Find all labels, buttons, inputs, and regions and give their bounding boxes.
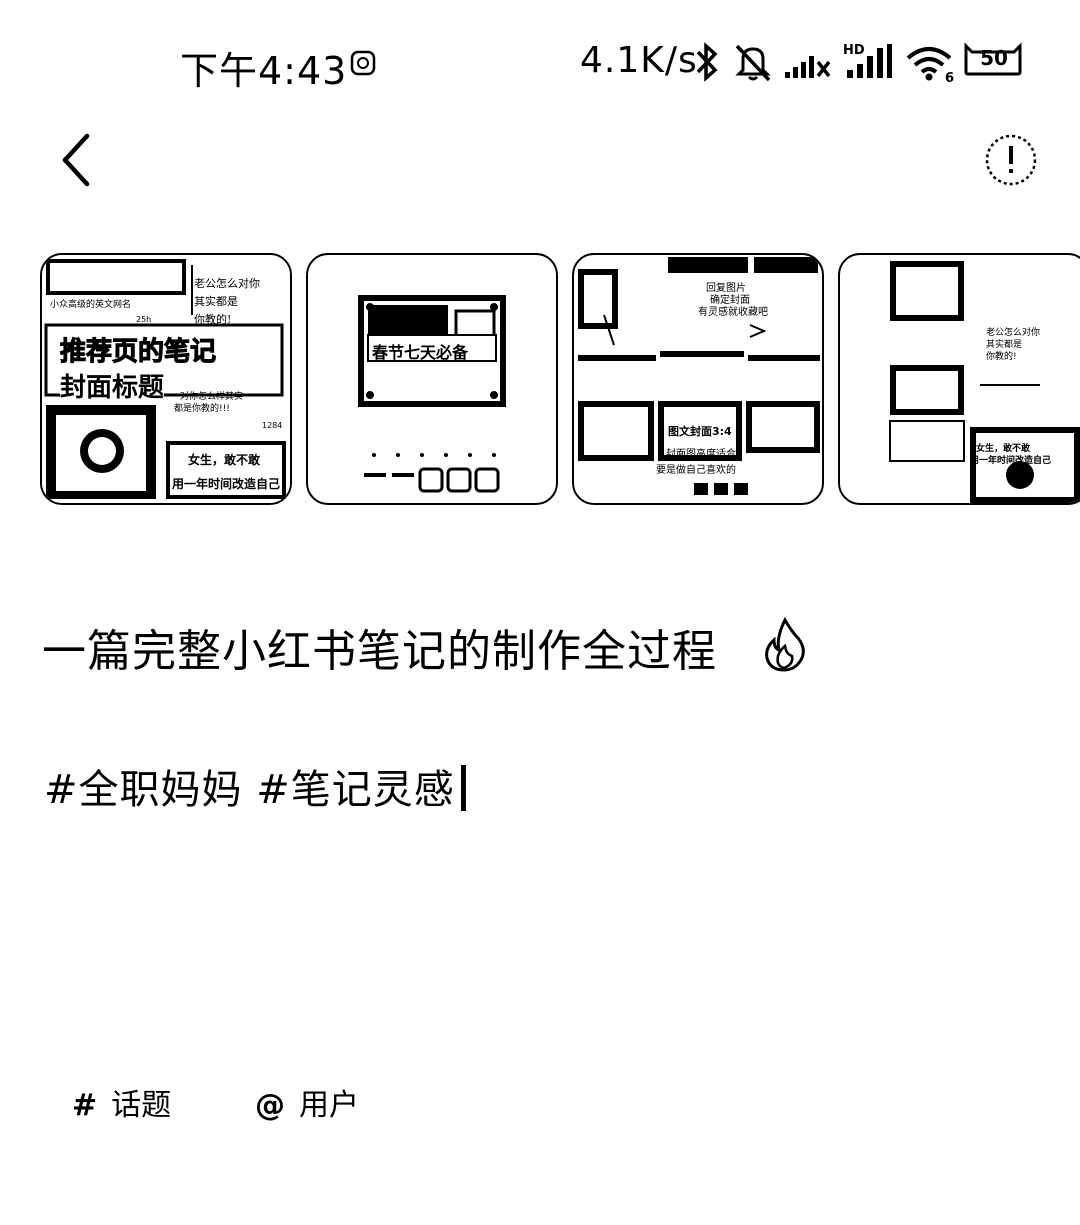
note-body-input[interactable]: #全职妈妈 #笔记灵感 bbox=[44, 757, 466, 815]
wifi-label: 6 bbox=[945, 71, 954, 84]
image-thumb-4[interactable]: 老公怎么对你 其实都是 你教的! 女生，敢不敢 用一年时间改造自己 bbox=[838, 253, 1080, 505]
thumb-4-text-c: 你教的! bbox=[986, 352, 1017, 362]
thumb-1-text-f: 封面标题 bbox=[60, 367, 165, 404]
note-title-input[interactable]: 一篇完整小红书笔记的制作全过程 bbox=[42, 615, 717, 679]
thumb-1-count-a: 25h bbox=[136, 315, 152, 324]
battery-icon: 50 bbox=[962, 42, 1026, 76]
topic-label: 话题 bbox=[111, 1088, 172, 1123]
thumb-1-text-a: 老公怎么对你 bbox=[194, 277, 260, 290]
thumb-1-text-e: 推荐页的笔记 bbox=[59, 331, 217, 368]
image-thumb-3[interactable]: 回复图片 确定封面 有灵感就收藏吧 图文封面3:4 封面图高度适合 要是做自己喜… bbox=[572, 253, 824, 505]
thumb-1-count-b: 1284 bbox=[262, 421, 283, 430]
thumb-3-text-c: 有灵感就收藏吧 bbox=[698, 307, 768, 318]
thumb-2-text: 春节七天必备 bbox=[372, 343, 469, 362]
battery-level: 50 bbox=[980, 46, 1008, 70]
image-thumb-2[interactable]: 春节七天必备 bbox=[306, 253, 558, 505]
thumb-1-text-i: 女生，敢不敢 bbox=[188, 453, 261, 467]
signal-hd-icon: HD bbox=[843, 43, 892, 78]
thumb-1-text-h: 都是你教的!!! bbox=[174, 404, 230, 414]
topic-button[interactable]: # 话题 bbox=[72, 1080, 171, 1124]
image-thumb-1[interactable]: 老公怎么对你 其实都是 你教的! 小众高级的英文网名 推荐页的笔记 封面标题 对… bbox=[40, 253, 292, 505]
thumb-3-text-d: 图文封面3:4 bbox=[668, 425, 732, 438]
text-cursor bbox=[460, 765, 466, 811]
thumb-1-text-c: 你教的! bbox=[194, 313, 232, 326]
thumb-3-text-e: 封面图高度适合 bbox=[666, 449, 736, 460]
signal-icon bbox=[785, 56, 831, 78]
hashtag-icon: # bbox=[72, 1088, 98, 1123]
at-icon: @ bbox=[255, 1088, 285, 1123]
thumb-4-text-e: 用一年时间改造自己 bbox=[970, 456, 1052, 466]
thumb-1-text-d: 小众高级的英文网名 bbox=[50, 300, 132, 310]
status-bar: 下午4:43 4.1K/s HD 6 50 bbox=[0, 0, 1080, 120]
mention-user-button[interactable]: @ 用户 bbox=[255, 1080, 359, 1124]
thumb-3-text-f: 要是做自己喜欢的 bbox=[656, 465, 736, 476]
mute-bell-icon bbox=[735, 44, 771, 82]
wifi-icon: 6 bbox=[906, 47, 954, 84]
thumb-1-text-b: 其实都是 bbox=[194, 295, 238, 308]
back-arrow-icon bbox=[62, 133, 90, 187]
hashtag-text: #全职妈妈 #笔记灵感 bbox=[44, 767, 455, 813]
user-label: 用户 bbox=[299, 1088, 359, 1123]
info-button[interactable] bbox=[983, 132, 1039, 188]
bluetooth-icon bbox=[696, 42, 718, 82]
network-speed: 4.1K/s bbox=[580, 40, 698, 81]
status-time: 下午4:43 bbox=[180, 49, 348, 93]
signal-hd-label: HD bbox=[843, 43, 865, 58]
flame-icon bbox=[765, 616, 805, 672]
bottom-toolbar: # 话题 @ 用户 bbox=[0, 1080, 1080, 1128]
back-button[interactable] bbox=[55, 130, 105, 190]
image-strip[interactable]: 老公怎么对你 其实都是 你教的! 小众高级的英文网名 推荐页的笔记 封面标题 对… bbox=[40, 253, 1080, 505]
thumb-2-art bbox=[358, 295, 506, 493]
thumb-1-text-j: 用一年时间改造自己 bbox=[172, 477, 281, 491]
notification-app-icon bbox=[350, 50, 376, 76]
